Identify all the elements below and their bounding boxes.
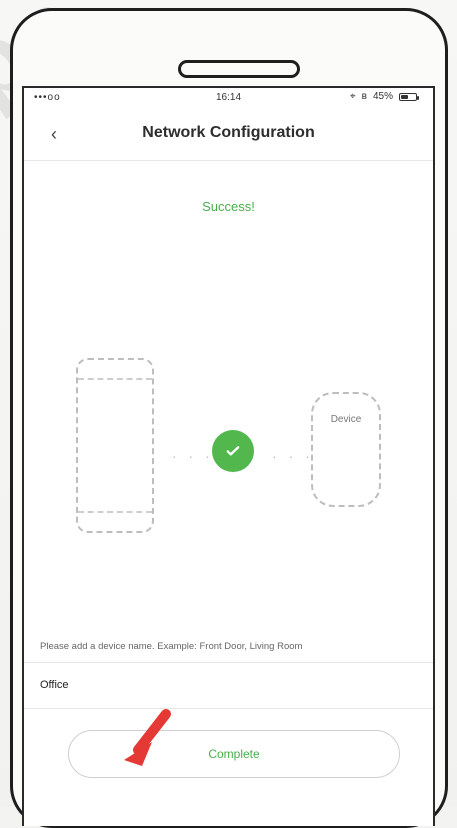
connection-dots-right: · · ·	[272, 448, 314, 464]
bluetooth-icon: ʙ	[362, 91, 367, 102]
navigation-bar: ‹ Network Configuration	[24, 110, 433, 161]
checkmark-icon	[224, 442, 242, 460]
status-bar: •••oo 16:14 ⌖ ʙ 45%	[24, 88, 433, 110]
device-label: Device	[313, 414, 379, 425]
location-icon: ⌖	[350, 91, 356, 102]
phone-outline-bottom	[78, 511, 152, 513]
page-title: Network Configuration	[24, 124, 433, 142]
battery-percent: 45%	[373, 91, 393, 102]
phone-outline-icon	[76, 358, 154, 533]
success-check-icon	[212, 430, 254, 472]
device-outline-icon: Device	[311, 392, 381, 507]
device-name-hint: Please add a device name. Example: Front…	[40, 641, 420, 652]
phone-speaker	[178, 60, 300, 78]
divider	[24, 708, 433, 709]
complete-button-label: Complete	[208, 747, 259, 761]
device-name-input[interactable]	[40, 674, 420, 696]
connection-dots-left: · · ·	[172, 448, 214, 464]
phone-outline-top	[78, 378, 152, 380]
battery-icon	[399, 93, 417, 101]
connection-illustration: · · · · · · Device	[24, 338, 433, 548]
complete-button[interactable]: Complete	[68, 730, 400, 778]
divider	[24, 662, 433, 663]
battery-level	[401, 95, 408, 99]
status-right: ⌖ ʙ 45%	[350, 91, 417, 102]
success-message: Success!	[24, 199, 433, 214]
phone-screen: •••oo 16:14 ⌖ ʙ 45% ‹ Network Configurat…	[22, 86, 435, 826]
